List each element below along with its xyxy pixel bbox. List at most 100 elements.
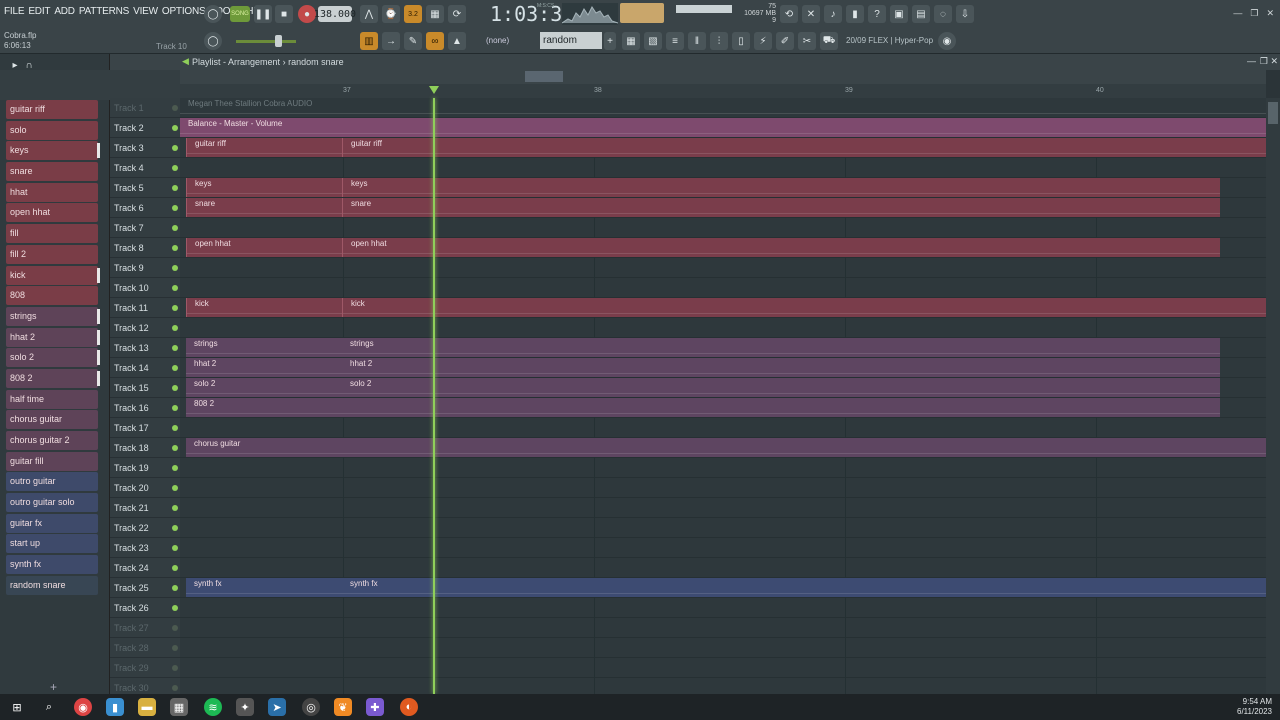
track-header[interactable]: Track 29 [110, 658, 180, 678]
pattern-clip[interactable]: Balance - Master - Volume [180, 118, 1266, 137]
pattern-clip[interactable]: kick [186, 298, 342, 317]
loop-record-icon[interactable]: ⟳ [448, 5, 466, 23]
track-header[interactable]: Track 25 [110, 578, 180, 598]
track-header[interactable]: Track 19 [110, 458, 180, 478]
pattern-clip[interactable]: keys [186, 178, 342, 197]
track-mute-led-icon[interactable] [172, 245, 178, 251]
pause-icon[interactable]: ❚❚ [254, 5, 272, 23]
mixer-icon[interactable]: ✕ [802, 5, 820, 23]
microphone-icon[interactable]: ♪ [824, 5, 842, 23]
track-mute-led-icon[interactable] [172, 405, 178, 411]
tempo-display[interactable]: 138.000 [314, 6, 356, 22]
menu-item-add[interactable]: ADD [54, 6, 75, 17]
metronome-icon[interactable]: ⋀ [360, 5, 378, 23]
track-header[interactable]: Track 2 [110, 118, 180, 138]
pattern-clip[interactable]: keys [342, 178, 1220, 197]
track-mute-led-icon[interactable] [172, 645, 178, 651]
channel-button[interactable]: strings [6, 306, 100, 326]
track-mute-led-icon[interactable] [172, 605, 178, 611]
snap-selector[interactable]: (none) [482, 33, 532, 48]
timeline-ruler[interactable]: 37 38 39 40 [180, 84, 1266, 98]
channel-button[interactable]: hhat 2 [6, 327, 100, 347]
channel-button[interactable]: 808 2 [6, 368, 100, 388]
playlist-minimize-icon[interactable]: — [1247, 56, 1256, 66]
stop-icon[interactable]: ■ [275, 5, 293, 23]
track-mute-led-icon[interactable] [172, 165, 178, 171]
overview-scroll-thumb[interactable] [525, 71, 563, 82]
minimize-icon[interactable]: — [1233, 8, 1242, 19]
menu-item-file[interactable]: FILE [4, 6, 25, 17]
channel-button[interactable]: 808 [6, 286, 98, 306]
close-icon[interactable]: ✕ [1266, 8, 1274, 19]
folder-icon[interactable]: ▬ [138, 698, 156, 716]
pattern-clip[interactable]: 808 2 [186, 398, 1220, 417]
pattern-clip[interactable]: synth fx [186, 578, 342, 597]
pattern-clip[interactable]: open hhat [342, 238, 1220, 257]
pattern-clip[interactable]: Megan Thee Stallion Cobra AUDIO [180, 98, 1266, 117]
track-mute-led-icon[interactable] [172, 225, 178, 231]
track-mute-led-icon[interactable] [172, 565, 178, 571]
brush-icon[interactable]: ✐ [776, 32, 794, 50]
track-header[interactable]: Track 17 [110, 418, 180, 438]
pattern-clip[interactable]: strings [186, 338, 342, 357]
channel-button[interactable]: snare [6, 162, 98, 182]
pattern-clip[interactable]: solo 2 [186, 378, 342, 397]
track-mute-led-icon[interactable] [172, 305, 178, 311]
vertical-scrollbar[interactable] [1266, 98, 1280, 694]
track-header[interactable]: Track 21 [110, 498, 180, 518]
track-mute-led-icon[interactable] [172, 665, 178, 671]
fl-studio-icon[interactable]: ❦ [334, 698, 352, 716]
track-header[interactable]: Track 16 [110, 398, 180, 418]
track-mute-led-icon[interactable] [172, 125, 178, 131]
track-mute-led-icon[interactable] [172, 505, 178, 511]
playlist-restore-icon[interactable]: ❐ [1260, 56, 1268, 67]
channel-button[interactable]: solo [6, 120, 98, 140]
track-mute-led-icon[interactable] [172, 625, 178, 631]
track-header[interactable]: Track 28 [110, 638, 180, 658]
clock[interactable]: 9:54 AM 6/11/2023 [1237, 697, 1272, 717]
steam-icon[interactable]: ➤ [268, 698, 286, 716]
channel-button[interactable]: guitar riff [6, 100, 98, 119]
track-header[interactable]: Track 11 [110, 298, 180, 318]
firefox-icon[interactable]: ◐ [400, 698, 418, 716]
track-header[interactable]: Track 5 [110, 178, 180, 198]
calculator-icon[interactable]: ▦ [170, 698, 188, 716]
track-header[interactable]: Track 8 [110, 238, 180, 258]
track-header[interactable]: Track 6 [110, 198, 180, 218]
channel-button[interactable]: start up [6, 534, 98, 554]
channel-button[interactable]: keys [6, 141, 100, 161]
channel-button[interactable]: half time [6, 389, 98, 409]
track-mute-led-icon[interactable] [172, 265, 178, 271]
track-mute-led-icon[interactable] [172, 465, 178, 471]
track-mute-led-icon[interactable] [172, 325, 178, 331]
menu-item-options[interactable]: OPTIONS [162, 6, 206, 17]
track-mute-led-icon[interactable] [172, 445, 178, 451]
master-pitch-knob-icon[interactable]: ◯ [204, 5, 222, 23]
playlist-icon[interactable]: ‖ [688, 32, 706, 50]
track-header[interactable]: Track 7 [110, 218, 180, 238]
track-mute-led-icon[interactable] [172, 185, 178, 191]
track-mute-led-icon[interactable] [172, 105, 178, 111]
track-header[interactable]: Track 13 [110, 338, 180, 358]
playhead-marker-icon[interactable] [429, 86, 439, 94]
track-mute-led-icon[interactable] [172, 285, 178, 291]
channel-button[interactable]: solo 2 [6, 348, 100, 368]
channel-button[interactable]: hhat [6, 182, 98, 202]
playlist-overview[interactable] [180, 70, 1266, 84]
refresh-icon[interactable]: ⟲ [780, 5, 798, 23]
obs-icon[interactable]: ◎ [302, 698, 320, 716]
menu-item-patterns[interactable]: PATTERNS [79, 6, 129, 17]
playhead[interactable] [433, 98, 435, 694]
pattern-clip[interactable]: synth fx [342, 578, 1266, 597]
step-edit-icon[interactable]: ▦ [426, 5, 444, 23]
pattern-clip[interactable]: strings [342, 338, 1220, 357]
faders-icon[interactable]: ⫶ [710, 32, 728, 50]
pattern-clip[interactable]: snare [342, 198, 1220, 217]
track-mute-led-icon[interactable] [172, 545, 178, 551]
playlist-close-icon[interactable]: ✕ [1270, 56, 1278, 67]
stamp-icon[interactable]: ▲ [448, 32, 466, 50]
menu-item-view[interactable]: VIEW [133, 6, 158, 17]
game-icon[interactable]: ✚ [366, 698, 384, 716]
menu-item-edit[interactable]: EDIT [28, 6, 50, 17]
link-icon[interactable]: ∞ [426, 32, 444, 50]
